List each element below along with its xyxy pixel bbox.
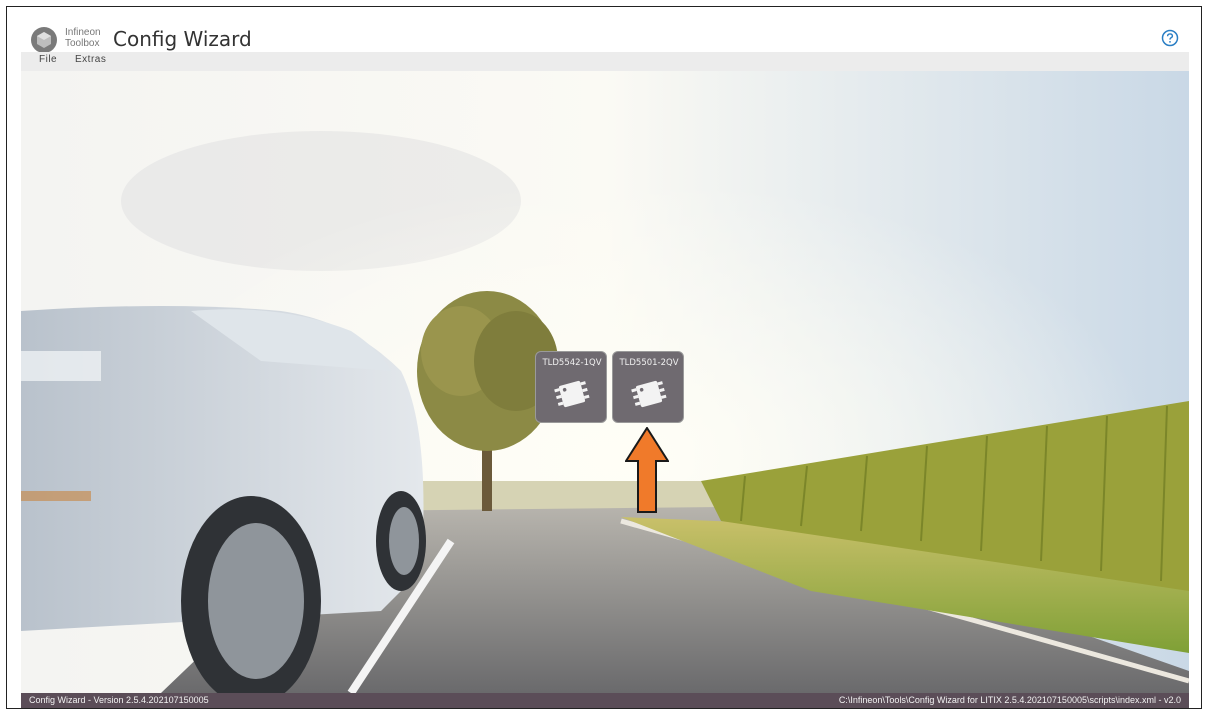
page-title: Config Wizard: [113, 27, 252, 51]
app-window: Infineon Toolbox Config Wizard File Extr…: [6, 6, 1202, 709]
device-tile-label: TLD5501-2QV: [619, 358, 679, 368]
background-scene: TLD5542-1QV TLD5501-2QV: [21, 71, 1189, 693]
brand-line-1: Infineon: [65, 27, 101, 38]
device-tile-tld5542[interactable]: TLD5542-1QV: [535, 351, 607, 423]
menu-bar: File Extras: [21, 52, 1189, 72]
menu-file[interactable]: File: [39, 54, 57, 65]
chip-icon: [631, 380, 667, 408]
arrow-up-icon: [625, 427, 669, 513]
brand-line-2: Toolbox: [65, 38, 100, 49]
device-tile-tld5501[interactable]: TLD5501-2QV: [612, 351, 684, 423]
brand-text: Infineon Toolbox: [65, 27, 101, 49]
chip-icon: [554, 380, 590, 408]
infineon-logo-icon: [31, 27, 57, 53]
status-version: Config Wizard - Version 2.5.4.2021071500…: [29, 695, 209, 705]
status-path: C:\Infineon\Tools\Config Wizard for LITI…: [838, 695, 1181, 705]
help-circle-icon[interactable]: [1161, 29, 1179, 47]
menu-extras[interactable]: Extras: [75, 54, 106, 65]
status-bar: Config Wizard - Version 2.5.4.2021071500…: [21, 693, 1189, 708]
device-tile-label: TLD5542-1QV: [542, 358, 602, 368]
